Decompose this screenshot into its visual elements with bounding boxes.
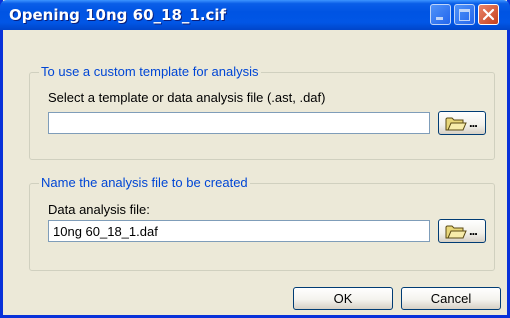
template-group-legend: To use a custom template for analysis: [39, 64, 261, 79]
browse-ellipsis: ...: [469, 115, 478, 130]
folder-open-icon: [445, 225, 467, 239]
analysis-group-legend: Name the analysis file to be created: [39, 175, 250, 190]
analysis-file-label: Data analysis file:: [48, 202, 150, 217]
template-browse-button[interactable]: ...: [438, 111, 486, 135]
template-file-input[interactable]: [48, 112, 430, 134]
template-file-label: Select a template or data analysis file …: [48, 90, 326, 105]
folder-open-icon: [445, 117, 467, 131]
analysis-browse-button[interactable]: ...: [438, 219, 486, 243]
close-icon[interactable]: [478, 4, 499, 25]
dialog-window: Opening 10ng 60_18_1.cif To use a custom…: [0, 0, 510, 318]
ok-button[interactable]: OK: [293, 287, 393, 310]
analysis-file-input[interactable]: [48, 220, 430, 242]
maximize-icon[interactable]: [454, 4, 475, 25]
browse-ellipsis: ...: [469, 223, 478, 238]
cancel-button[interactable]: Cancel: [401, 287, 501, 310]
window-title: Opening 10ng 60_18_1.cif: [9, 6, 227, 24]
minimize-icon[interactable]: [430, 4, 451, 25]
title-bar[interactable]: Opening 10ng 60_18_1.cif: [0, 0, 510, 30]
